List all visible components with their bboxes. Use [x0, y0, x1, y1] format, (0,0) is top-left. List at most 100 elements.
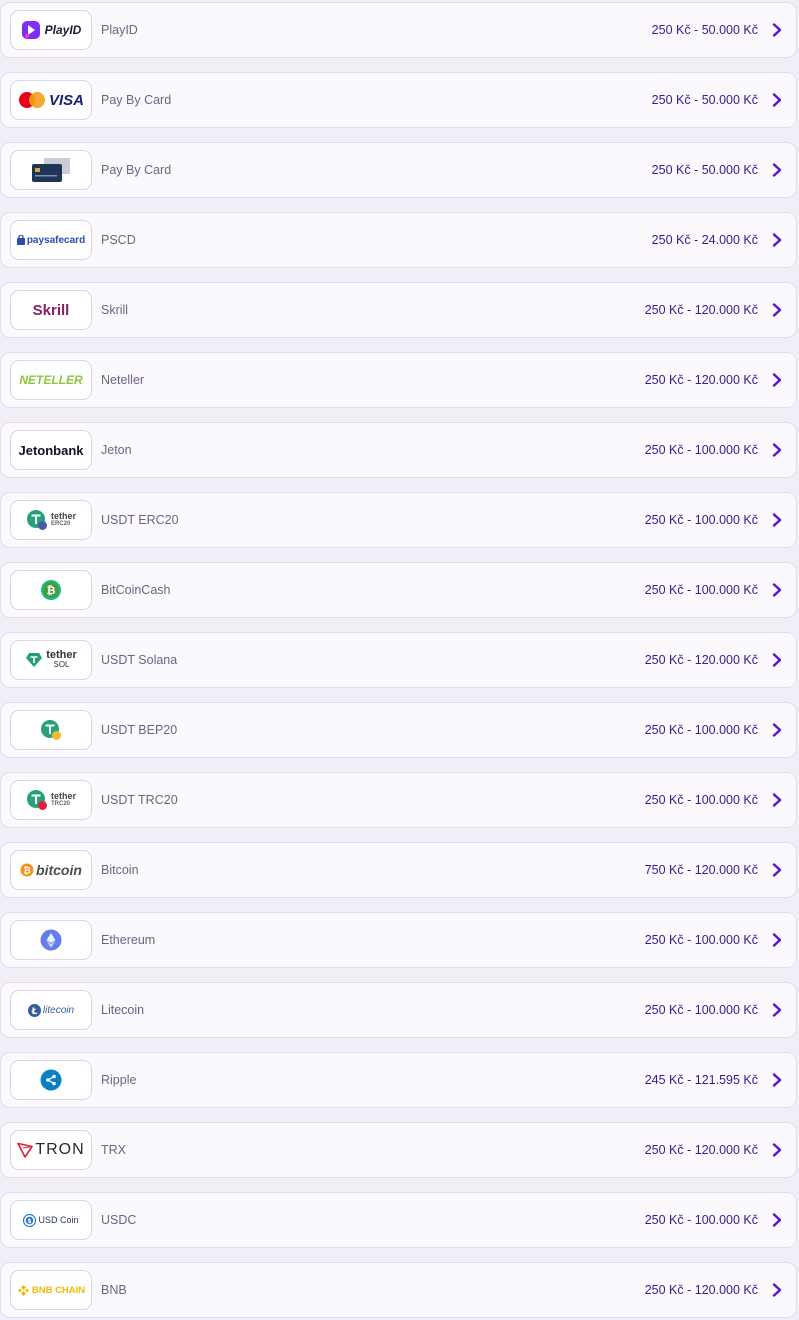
neteller-logo: NETELLER: [10, 360, 92, 400]
chevron-right-icon: [770, 1073, 784, 1087]
method-name: USDT Solana: [101, 653, 178, 667]
method-range: 250 Kč - 100.000 Kč: [644, 793, 758, 807]
payment-method-trx[interactable]: TRON TRX 250 Kč - 120.000 Kč: [0, 1122, 797, 1178]
method-range: 250 Kč - 50.000 Kč: [651, 93, 758, 107]
tron-logo: TRON: [10, 1130, 92, 1170]
method-range: 250 Kč - 120.000 Kč: [644, 373, 758, 387]
payment-method-neteller[interactable]: NETELLER Neteller 250 Kč - 120.000 Kč: [0, 352, 797, 408]
method-name: Neteller: [101, 373, 145, 387]
mastercard-visa-icon: [18, 92, 45, 108]
skrill-icon: Skrill: [32, 301, 70, 319]
playid-icon: [21, 21, 40, 39]
ethereum-logo: [10, 920, 92, 960]
visa-mastercard-logo: VISA: [10, 80, 92, 120]
chevron-right-icon: [770, 933, 784, 947]
tether-trc20-icon: [26, 790, 47, 810]
method-range: 245 Kč - 121.595 Kč: [644, 1073, 758, 1087]
method-range: 250 Kč - 24.000 Kč: [651, 233, 758, 247]
method-name: BitCoinCash: [101, 583, 171, 597]
bitcoin-logo: ₿ bitcoin: [10, 850, 92, 890]
chevron-right-icon: [770, 653, 784, 667]
method-range: 250 Kč - 100.000 Kč: [644, 583, 758, 597]
method-name: Skrill: [101, 303, 129, 317]
payment-methods-list: PlayID PlayID 250 Kč - 50.000 Kč VISA Pa…: [0, 0, 799, 1320]
chevron-right-icon: [770, 583, 784, 597]
method-name: Ethereum: [101, 933, 156, 947]
chevron-right-icon: [770, 1283, 784, 1297]
usd-coin-logo: $ USD Coin: [10, 1200, 92, 1240]
usd-coin-icon: $: [23, 1213, 37, 1227]
payment-method-card[interactable]: Pay By Card 250 Kč - 50.000 Kč: [0, 142, 797, 198]
svg-text:₿: ₿: [47, 584, 56, 597]
payment-method-usdt-erc20[interactable]: tether ERC20 USDT ERC20 250 Kč - 100.000…: [0, 492, 797, 548]
tether-bep20-logo: [10, 710, 92, 750]
bitcoin-cash-icon: ₿: [41, 580, 61, 600]
method-name: Pay By Card: [101, 93, 172, 107]
method-range: 250 Kč - 50.000 Kč: [651, 23, 758, 37]
method-name: USDT ERC20: [101, 513, 179, 527]
tether-bep20-icon: [41, 720, 61, 740]
bitcoin-cash-logo: ₿: [10, 570, 92, 610]
payment-method-usdt-trc20[interactable]: tether TRC20 USDT TRC20 250 Kč - 100.000…: [0, 772, 797, 828]
payment-method-playid[interactable]: PlayID PlayID 250 Kč - 50.000 Kč: [0, 2, 797, 58]
bnb-chain-logo: BNB CHAIN: [10, 1270, 92, 1310]
method-range: 250 Kč - 120.000 Kč: [644, 1143, 758, 1157]
chevron-right-icon: [770, 1143, 784, 1157]
method-name: PSCD: [101, 233, 136, 247]
tether-erc20-icon: [26, 510, 47, 530]
ethereum-icon: [40, 929, 62, 951]
litecoin-logo: Ł litecoin: [10, 990, 92, 1030]
method-name: USDT TRC20: [101, 793, 178, 807]
tether-sol-icon: [26, 653, 43, 667]
chevron-right-icon: [770, 23, 784, 37]
payment-method-ripple[interactable]: Ripple 245 Kč - 121.595 Kč: [0, 1052, 797, 1108]
method-range: 250 Kč - 50.000 Kč: [651, 163, 758, 177]
method-name: TRX: [101, 1143, 126, 1157]
method-name: USDC: [101, 1213, 137, 1227]
ripple-icon: [40, 1069, 62, 1091]
payment-method-jeton[interactable]: Jetonbank Jeton 250 Kč - 100.000 Kč: [0, 422, 797, 478]
method-name: Bitcoin: [101, 863, 139, 877]
chevron-right-icon: [770, 513, 784, 527]
chevron-right-icon: [770, 373, 784, 387]
jetonbank-logo: Jetonbank: [10, 430, 92, 470]
method-name: Ripple: [101, 1073, 137, 1087]
payment-method-skrill[interactable]: Skrill Skrill 250 Kč - 120.000 Kč: [0, 282, 797, 338]
payment-method-usdc[interactable]: $ USD Coin USDC 250 Kč - 100.000 Kč: [0, 1192, 797, 1248]
payment-method-pscd[interactable]: paysafecard PSCD 250 Kč - 24.000 Kč: [0, 212, 797, 268]
payment-method-bitcoin[interactable]: ₿ bitcoin Bitcoin 750 Kč - 120.000 Kč: [0, 842, 797, 898]
method-range: 250 Kč - 120.000 Kč: [644, 1283, 758, 1297]
bitcoin-icon: ₿: [20, 863, 34, 877]
chevron-right-icon: [770, 863, 784, 877]
payment-method-bnb[interactable]: BNB CHAIN BNB 250 Kč - 120.000 Kč: [0, 1262, 797, 1318]
svg-text:$: $: [28, 1217, 32, 1224]
method-range: 250 Kč - 100.000 Kč: [644, 933, 758, 947]
method-name: Jeton: [101, 443, 132, 457]
chevron-right-icon: [770, 793, 784, 807]
tether-sol-logo: tether SOL: [10, 640, 92, 680]
payment-method-bitcoincash[interactable]: ₿ BitCoinCash 250 Kč - 100.000 Kč: [0, 562, 797, 618]
method-range: 250 Kč - 100.000 Kč: [644, 723, 758, 737]
ripple-logo: [10, 1060, 92, 1100]
method-range: 250 Kč - 100.000 Kč: [644, 1213, 758, 1227]
payment-method-litecoin[interactable]: Ł litecoin Litecoin 250 Kč - 100.000 Kč: [0, 982, 797, 1038]
payment-method-visa-mastercard[interactable]: VISA Pay By Card 250 Kč - 50.000 Kč: [0, 72, 797, 128]
jetonbank-icon: Jetonbank: [18, 442, 84, 458]
neteller-icon: NETELLER: [19, 373, 83, 387]
method-name: Pay By Card: [101, 163, 172, 177]
method-range: 250 Kč - 120.000 Kč: [644, 303, 758, 317]
tron-icon: [17, 1142, 34, 1158]
payment-method-usdt-bep20[interactable]: USDT BEP20 250 Kč - 100.000 Kč: [0, 702, 797, 758]
tether-trc20-logo: tether TRC20: [10, 780, 92, 820]
tether-erc20-logo: tether ERC20: [10, 500, 92, 540]
chevron-right-icon: [770, 163, 784, 177]
chevron-right-icon: [770, 443, 784, 457]
playid-logo: PlayID: [10, 10, 92, 50]
chevron-right-icon: [770, 723, 784, 737]
chevron-right-icon: [770, 1003, 784, 1017]
method-range: 250 Kč - 100.000 Kč: [644, 1003, 758, 1017]
method-range: 250 Kč - 100.000 Kč: [644, 513, 758, 527]
payment-method-ethereum[interactable]: Ethereum 250 Kč - 100.000 Kč: [0, 912, 797, 968]
skrill-logo: Skrill: [10, 290, 92, 330]
payment-method-usdt-solana[interactable]: tether SOL USDT Solana 250 Kč - 120.000 …: [0, 632, 797, 688]
